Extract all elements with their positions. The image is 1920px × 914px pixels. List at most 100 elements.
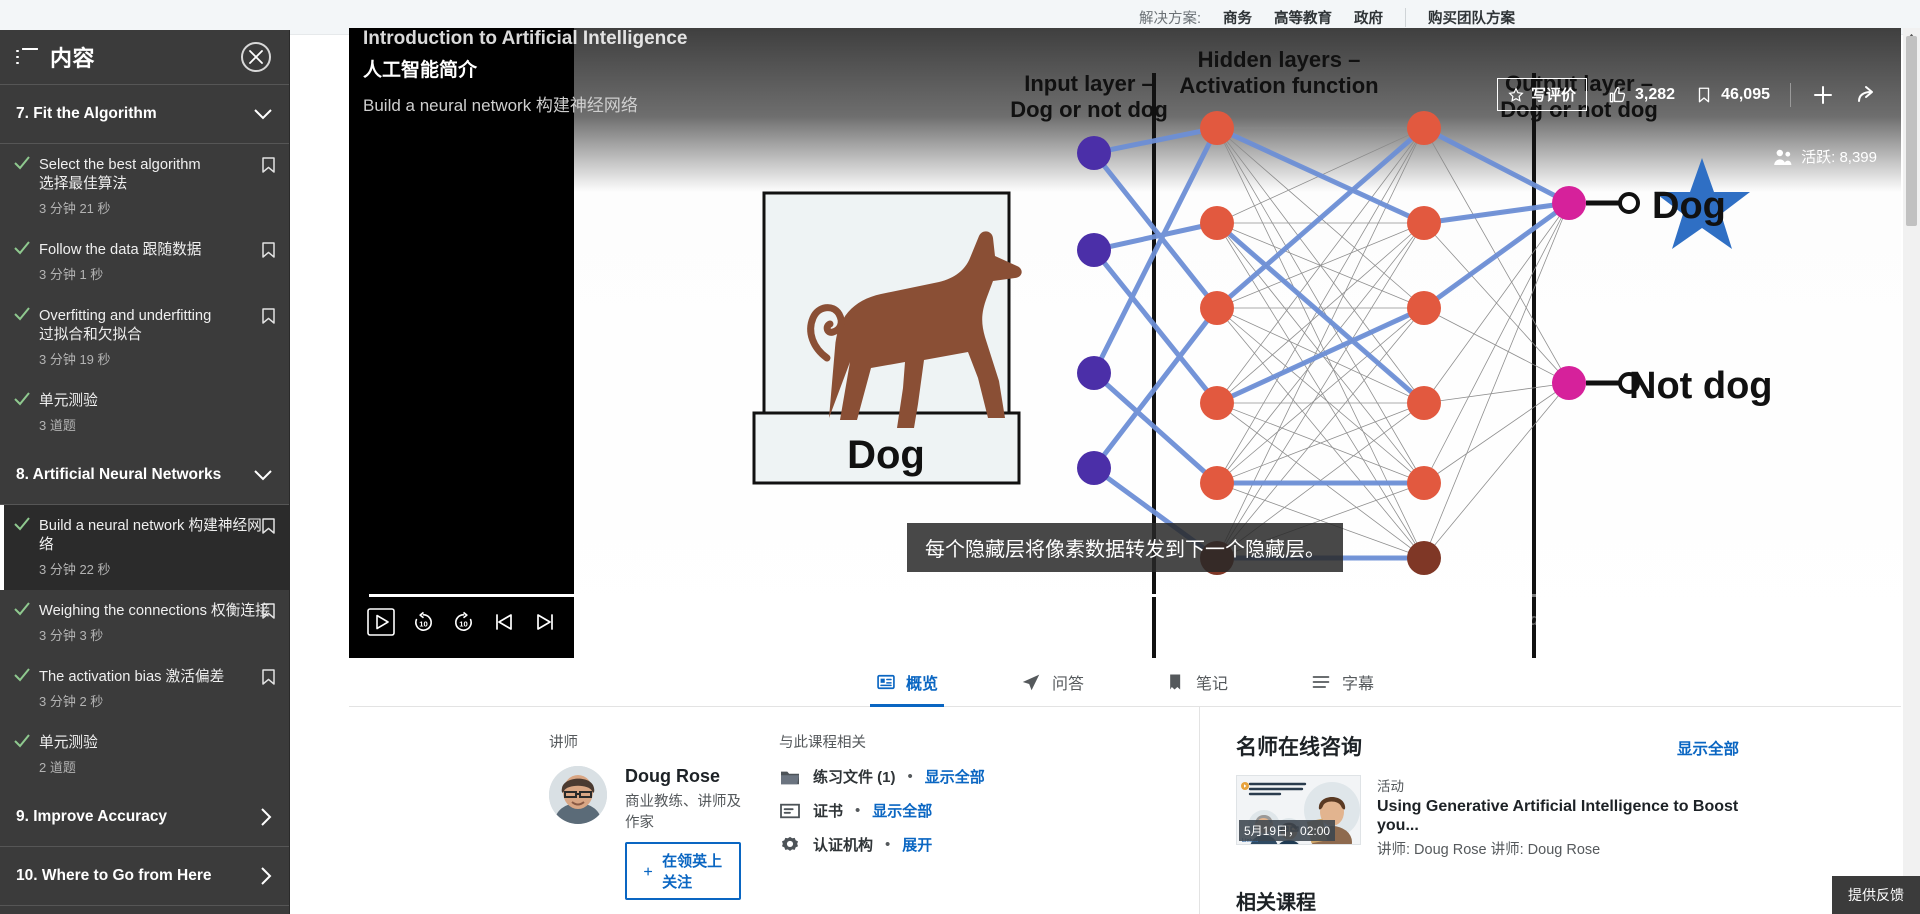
close-sidebar-button[interactable] <box>241 42 271 72</box>
resource-row-certificates: 证书 • 显示全部 <box>779 800 1179 821</box>
sidebar-header: 内容 <box>0 30 289 85</box>
sidebar-lesson-meta: 3 分钟 19 秒 <box>39 352 111 367</box>
transcript-icon <box>1312 676 1330 688</box>
sidebar-lesson-item[interactable]: Weighing the connections 权衡连接 3 分钟 3 秒 <box>0 590 289 656</box>
sidebar-lesson-item[interactable]: Build a neural network 构建神经网络 3 分钟 22 秒 <box>0 505 289 590</box>
resource-link-accrediting[interactable]: 展开 <box>902 834 932 855</box>
next-video-button[interactable] <box>533 610 557 634</box>
bookmark-icon[interactable] <box>262 308 275 329</box>
sidebar-lesson-item[interactable]: Overfitting and underfitting 过拟合和欠拟合 3 分钟 … <box>0 295 289 380</box>
sidebar-lesson-meta: 3 分钟 21 秒 <box>39 201 111 216</box>
sidebar-lesson-item[interactable]: The activation bias 激活偏差 3 分钟 2 秒 <box>0 656 289 722</box>
sidebar-lesson-meta: 2 道题 <box>39 760 76 775</box>
topbar-link-higher-ed[interactable]: 高等教育 <box>1274 7 1332 28</box>
sidebar-section-header[interactable]: 10. Where to Go from Here <box>0 847 289 906</box>
tab-transcript-label: 字幕 <box>1342 676 1375 693</box>
page-scrollbar[interactable] <box>1903 28 1920 914</box>
sidebar-section-header[interactable]: 7. Fit the Algorithm <box>0 85 289 144</box>
badge-icon <box>782 836 798 851</box>
course-contents-sidebar: 内容 7. Fit the Algorithm Select the best a… <box>0 30 290 914</box>
event-card[interactable]: Linked 5月19日，02:00 活动 Using Generative A… <box>1236 775 1739 859</box>
write-review-button[interactable]: 写评价 <box>1497 78 1588 111</box>
course-title-zh: 人工智能简介 <box>363 60 478 81</box>
topbar-link-team-plan[interactable]: 购买团队方案 <box>1428 7 1515 28</box>
progress-bar[interactable] <box>369 590 1881 601</box>
sidebar-lesson-body: Follow the data 跟随数据 3 分钟 1 秒 <box>39 241 273 283</box>
sidebar-lesson-meta: 3 分钟 22 秒 <box>39 562 111 577</box>
check-icon <box>14 156 30 175</box>
close-icon <box>249 50 263 64</box>
sidebar-lesson-title: 单元测验 <box>39 735 98 751</box>
previous-video-button[interactable] <box>492 610 516 634</box>
svg-text:Dog: Dog <box>1652 185 1726 227</box>
svg-text:Activation function: Activation function <box>1179 73 1378 98</box>
save-count: 46,095 <box>1721 85 1770 103</box>
save-action[interactable]: 46,095 <box>1695 85 1770 105</box>
video-player[interactable]: Dog Dog Not dog Input layer – Dog or not… <box>349 28 1901 658</box>
write-review-label: 写评价 <box>1531 87 1577 104</box>
topbar-link-government[interactable]: 政府 <box>1354 7 1383 28</box>
tab-transcript[interactable]: 字幕 <box>1304 658 1380 706</box>
playback-speed-button[interactable]: 1.25x <box>1655 610 1698 630</box>
fullscreen-button[interactable] <box>1861 609 1883 631</box>
topbar-link-business[interactable]: 商务 <box>1223 7 1252 28</box>
sidebar-lesson-title: Overfitting and underfitting <box>39 308 212 324</box>
forward-10-button[interactable]: 10 <box>452 611 475 634</box>
like-action[interactable]: 3,282 <box>1607 85 1675 105</box>
like-count: 3,282 <box>1635 85 1676 103</box>
sidebar-lesson-item[interactable]: 单元测验 2 道题 <box>0 722 289 788</box>
player-controls-bar: 10 10 2:32 / 3:22 1.25x CC <box>349 590 1901 658</box>
tab-qa-label: 问答 <box>1052 676 1085 693</box>
resource-row-exercise-files: 练习文件 (1) • 显示全部 <box>779 766 1179 787</box>
resource-link-exercise-files[interactable]: 显示全部 <box>925 766 985 787</box>
sidebar-section-header[interactable]: 9. Improve Accuracy <box>0 788 289 847</box>
next-icon <box>537 614 553 630</box>
sidebar-lesson-item[interactable]: Follow the data 跟随数据 3 分钟 1 秒 <box>0 229 289 295</box>
follow-on-linkedin-button[interactable]: 在领英上关注 <box>625 842 741 900</box>
settings-button[interactable] <box>1769 608 1793 632</box>
add-to-collection-button[interactable] <box>1811 83 1835 107</box>
gear-icon <box>1772 609 1790 628</box>
event-kind: 活动 <box>1377 779 1404 794</box>
sidebar-lesson-subtitle: 过拟合和欠拟合 <box>39 327 142 343</box>
svg-text:Dog or not dog: Dog or not dog <box>1010 97 1168 122</box>
sidebar-lesson-item[interactable]: Select the best algorithm 选择最佳算法 3 分钟 21 秒 <box>0 144 289 229</box>
dot-separator: • <box>855 802 861 819</box>
tab-overview-label: 概览 <box>906 676 939 693</box>
rewind-10-button[interactable]: 10 <box>412 611 435 634</box>
bookmark-icon[interactable] <box>262 669 275 690</box>
check-icon <box>14 602 30 621</box>
bookmark-icon[interactable] <box>262 157 275 178</box>
chevron-down-icon <box>253 108 273 121</box>
event-date-badge: 5月19日，02:00 <box>1239 820 1336 841</box>
sidebar-lesson-title: Follow the data 跟随数据 <box>39 242 202 258</box>
course-title-en: Introduction to Artificial Intelligence <box>363 28 688 49</box>
sidebar-section-header[interactable]: 8. Artificial Neural Networks <box>0 446 289 505</box>
tab-qa[interactable]: 问答 <box>1014 658 1090 706</box>
bookmark-icon[interactable] <box>262 518 275 539</box>
tab-overview[interactable]: 概览 <box>870 658 945 707</box>
lesson-title: Build a neural network 构建神经网络 <box>363 96 638 115</box>
volume-button[interactable] <box>1815 608 1839 632</box>
sidebar-section-list[interactable]: 7. Fit the Algorithm Select the best algo… <box>0 85 289 914</box>
people-icon <box>1774 149 1792 165</box>
time-separator: / <box>616 612 622 631</box>
progress-handle[interactable] <box>1507 590 1518 601</box>
resource-link-certificates[interactable]: 显示全部 <box>872 800 932 821</box>
page-scroll-thumb[interactable] <box>1906 36 1917 226</box>
event-title[interactable]: Using Generative Artificial Intelligence… <box>1377 797 1739 835</box>
sidebar-lesson-item[interactable]: 单元测验 3 道题 <box>0 380 289 446</box>
bookmark-icon[interactable] <box>262 242 275 263</box>
plus-icon <box>644 866 653 876</box>
bookmark-icon[interactable] <box>262 603 275 624</box>
provide-feedback-button[interactable]: 提供反馈 <box>1832 876 1920 914</box>
share-button[interactable] <box>1855 83 1879 107</box>
captions-button[interactable]: CC <box>1719 611 1747 629</box>
video-title-overlay: Introduction to Artificial Intelligence … <box>363 28 687 116</box>
content-tabs: 概览 问答 笔记 字幕 <box>349 658 1901 707</box>
current-time: 2:32 <box>580 612 613 631</box>
sidebar-lesson-meta: 3 分钟 1 秒 <box>39 267 104 282</box>
tab-notes[interactable]: 笔记 <box>1160 658 1234 706</box>
play-button[interactable] <box>367 608 395 636</box>
office-hours-show-all-link[interactable]: 显示全部 <box>1677 737 1739 759</box>
